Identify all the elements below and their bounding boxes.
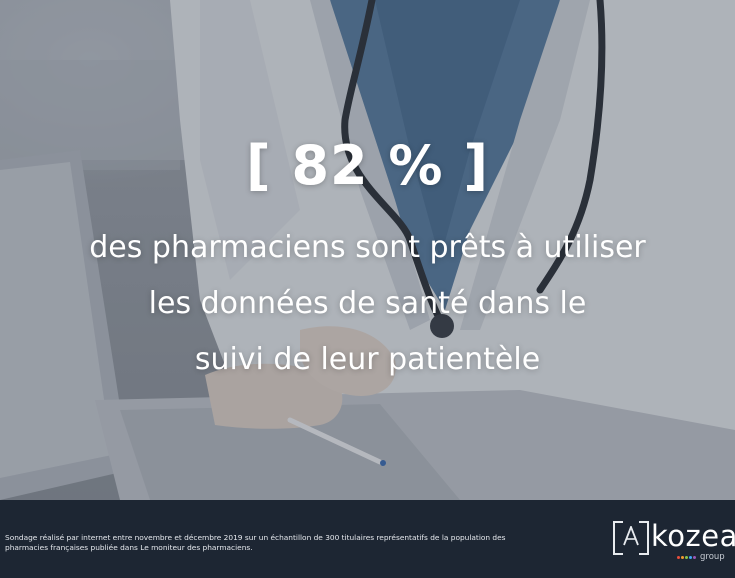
infographic-card: [ 82 % ] des pharmaciens sont prêts à ut… [0,0,735,578]
kozea-group-logo: kozea group [613,518,735,568]
logo-dot [681,556,684,559]
logo-color-dots [677,556,697,560]
headline-stat: [ 82 % ] [245,134,489,197]
source-note-line: Sondage réalisé par internet entre novem… [5,533,506,542]
logo-right-bracket [639,521,649,555]
footer-bar: Sondage réalisé par internet entre novem… [0,500,735,578]
logo-dot [693,556,696,559]
source-note: Sondage réalisé par internet entre novem… [5,533,565,553]
headline-claim-line: des pharmaciens sont prêts à utiliser [89,230,646,265]
logo-wordmark: kozea [651,519,735,553]
logo-subtitle: group [700,552,725,562]
logo-dot [685,556,688,559]
logo-left-bracket [613,521,623,555]
logo-dot [677,556,680,559]
logo-a-mark-icon [623,526,639,546]
headline-claim: des pharmaciens sont prêts à utiliser le… [0,220,735,388]
headline-claim-line: les données de santé dans le [148,286,587,321]
logo-dot [689,556,692,559]
source-note-line: pharmacies françaises publiée dans Le mo… [5,543,253,552]
headline-claim-line: suivi de leur patientèle [194,342,541,377]
